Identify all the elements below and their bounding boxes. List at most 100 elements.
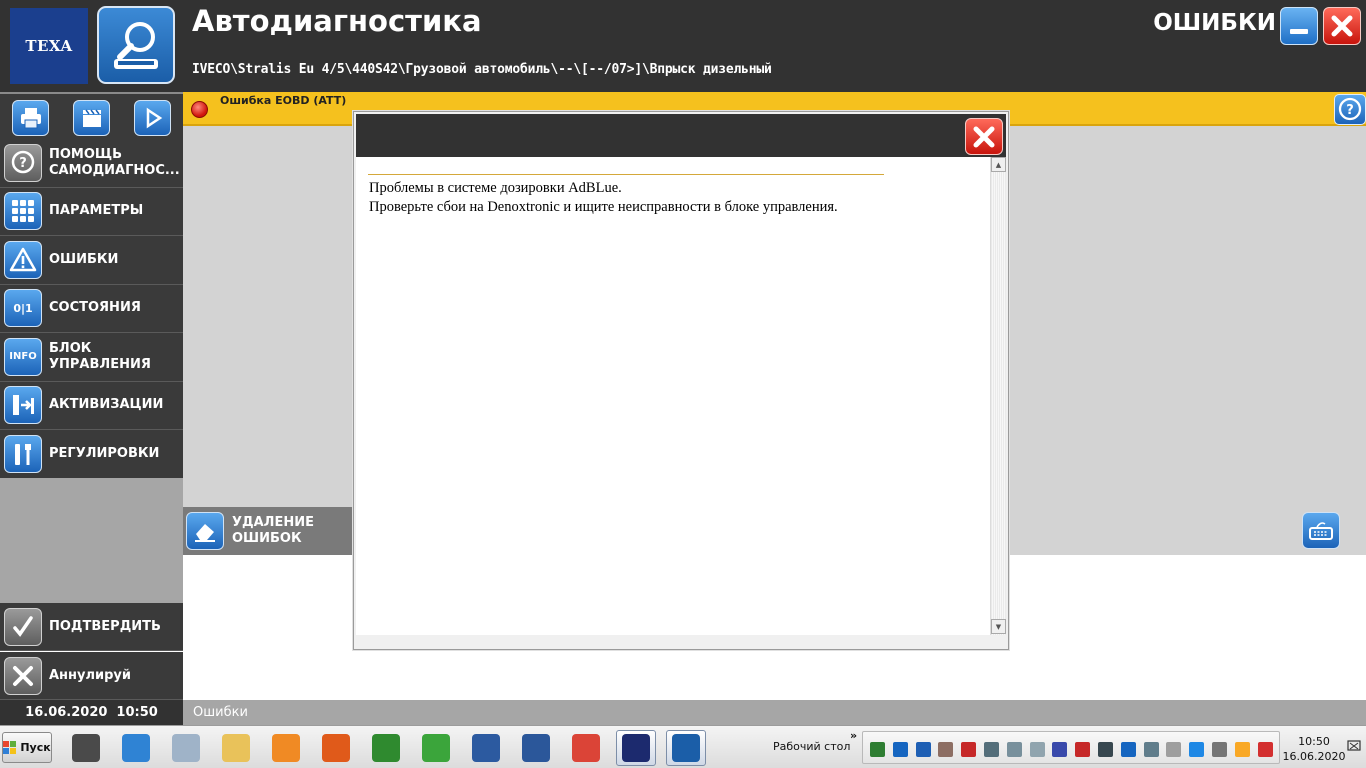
error-title: Ошибка EOBD (ATT) xyxy=(220,94,347,107)
signal-bars-icon[interactable] xyxy=(1234,742,1250,757)
printer-icon xyxy=(20,108,41,129)
taskbar-clock[interactable]: 10:50 16.06.2020 xyxy=(1282,734,1346,764)
scroll-up-arrow-icon[interactable]: ▲ xyxy=(991,157,1006,172)
taskbar-app-button[interactable] xyxy=(566,730,606,766)
network-error-icon[interactable] xyxy=(1257,742,1273,757)
help-bubble-icon: ? xyxy=(4,143,42,182)
tray-app-icon[interactable] xyxy=(870,742,885,757)
taskbar-app-button[interactable] xyxy=(466,730,506,766)
tray-phone-icon[interactable] xyxy=(1120,742,1136,757)
chevron-right-icon[interactable]: » xyxy=(850,729,857,742)
svg-text:?: ? xyxy=(19,156,27,171)
tray-bag-icon[interactable] xyxy=(961,742,977,757)
dialog-divider xyxy=(368,174,884,175)
app-title: Автодиагностика xyxy=(192,4,482,38)
taskbar-app-button[interactable] xyxy=(516,730,556,766)
desktop-toolbar-label[interactable]: Рабочий стол xyxy=(773,740,850,753)
start-button[interactable]: Пуск xyxy=(2,732,52,763)
tray-sync-icon[interactable] xyxy=(1212,742,1227,757)
internet-explorer-icon xyxy=(122,734,150,762)
sidebar-item-adjustments[interactable]: РЕГУЛИРОВКИ xyxy=(0,430,183,479)
grid-icon xyxy=(4,192,42,231)
taskbar-app-button[interactable] xyxy=(316,730,356,766)
taskbar-app-button[interactable] xyxy=(616,730,656,766)
delete-errors-label: УДАЛЕНИЕ ОШИБОК xyxy=(232,515,314,546)
bluetooth-icon[interactable] xyxy=(915,742,931,757)
sidebar-item-label: ПОМОЩЬ САМОДИАГНОС... xyxy=(49,146,180,178)
magnifier-truck-icon xyxy=(97,6,175,84)
file-explorer-icon xyxy=(222,734,250,762)
tray-disk-icon[interactable] xyxy=(1006,742,1022,757)
clock-time: 10:50 xyxy=(1298,735,1330,748)
windows-taskbar: Пуск Рабочий стол » 10:50 16.06.2020 xyxy=(0,725,1366,768)
minimize-icon xyxy=(1290,29,1308,34)
idc4-icon xyxy=(72,734,100,762)
taskbar-app-button[interactable] xyxy=(116,730,156,766)
tray-ed-icon[interactable] xyxy=(1052,742,1068,757)
close-icon xyxy=(1331,15,1353,37)
dialog-scrollbar[interactable]: ▲ ▼ xyxy=(990,157,1006,635)
system-tray xyxy=(862,731,1280,764)
keyboard-button[interactable] xyxy=(1302,512,1340,549)
confirm-label: ПОДТВЕРДИТЬ xyxy=(49,618,161,634)
section-title: ОШИБКИ xyxy=(1153,10,1276,36)
confirm-button[interactable]: ПОДТВЕРДИТЬ xyxy=(0,603,183,651)
tray-usb-icon[interactable] xyxy=(1143,742,1159,757)
help-button[interactable]: ? xyxy=(1334,94,1366,125)
sidebar-item-states[interactable]: 0|1 СОСТОЯНИЯ xyxy=(0,284,183,333)
dialog-body: Проблемы в системе дозировки AdBLue. Про… xyxy=(356,157,1006,635)
play-button[interactable] xyxy=(134,100,171,136)
cancel-label: Аннулируй xyxy=(49,667,132,683)
tray-antenna-icon[interactable] xyxy=(938,742,954,757)
taskbar-app-button[interactable] xyxy=(266,730,306,766)
sidebar-item-label: СОСТОЯНИЯ xyxy=(49,300,141,316)
taskbar-app-button[interactable] xyxy=(166,730,206,766)
cross-icon xyxy=(4,656,42,695)
sidebar-item-self-diagnosis-help[interactable]: ? ПОМОЩЬ САМОДИАГНОС... xyxy=(0,139,183,188)
vehicle-path-breadcrumb: IVECO\Stralis Eu 4/5\440S42\Грузовой авт… xyxy=(192,62,772,77)
sidebar-item-errors[interactable]: ОШИБКИ xyxy=(0,236,183,285)
minimize-button[interactable] xyxy=(1280,7,1318,45)
dialog-header xyxy=(356,114,1006,157)
scroll-down-arrow-icon[interactable]: ▼ xyxy=(991,619,1006,634)
close-app-button[interactable] xyxy=(1323,7,1361,45)
start-label: Пуск xyxy=(20,741,51,754)
tray-speaker-icon[interactable] xyxy=(1166,742,1182,757)
tray-mail-icon[interactable] xyxy=(1029,742,1045,757)
keyboard-icon xyxy=(1309,521,1333,540)
sidebar-toolbar xyxy=(0,92,183,139)
dialog-close-button[interactable] xyxy=(965,118,1003,155)
tray-shield-icon[interactable] xyxy=(892,742,908,757)
sidebar-item-parameters[interactable]: ПАРАМЕТРЫ xyxy=(0,187,183,236)
sidebar-item-label: ОШИБКИ xyxy=(49,251,119,267)
print-button[interactable] xyxy=(12,100,49,136)
error-status-dot-icon xyxy=(191,101,208,118)
window-app-icon xyxy=(622,734,650,762)
record-button[interactable] xyxy=(73,100,110,136)
taskbar-app-button[interactable] xyxy=(666,730,706,766)
close-icon xyxy=(973,126,995,147)
sidebar-item-activations[interactable]: АКТИВИЗАЦИИ xyxy=(0,381,183,430)
checkmark-icon xyxy=(4,607,42,646)
clapperboard-icon xyxy=(82,109,101,127)
cancel-button[interactable]: Аннулируй xyxy=(0,652,183,700)
taskbar-app-button[interactable] xyxy=(366,730,406,766)
windows-logo-icon xyxy=(3,740,17,754)
status-bar: Ошибки xyxy=(183,700,1366,725)
taskbar-app-button[interactable] xyxy=(216,730,256,766)
activation-icon xyxy=(4,386,42,425)
tray-monitor-icon[interactable] xyxy=(1098,742,1113,757)
taskbar-app-button[interactable] xyxy=(66,730,106,766)
volume-icon[interactable] xyxy=(1075,742,1091,757)
error-description-dialog: Проблемы в системе дозировки AdBLue. Про… xyxy=(353,111,1009,650)
binary-icon: 0|1 xyxy=(4,289,42,328)
tray-plug-icon[interactable] xyxy=(984,742,999,757)
fan-app-icon xyxy=(322,734,350,762)
taskbar-app-button[interactable] xyxy=(416,730,456,766)
tray-info-icon[interactable] xyxy=(1189,742,1205,757)
sidebar-item-control-unit[interactable]: INFO БЛОК УПРАВЛЕНИЯ xyxy=(0,333,183,382)
current-date: 16.06.2020 xyxy=(25,705,108,720)
delete-errors-button[interactable]: УДАЛЕНИЕ ОШИБОК xyxy=(183,507,353,555)
show-desktop-button[interactable] xyxy=(1346,736,1362,756)
sidebar-item-label: РЕГУЛИРОВКИ xyxy=(49,445,160,461)
